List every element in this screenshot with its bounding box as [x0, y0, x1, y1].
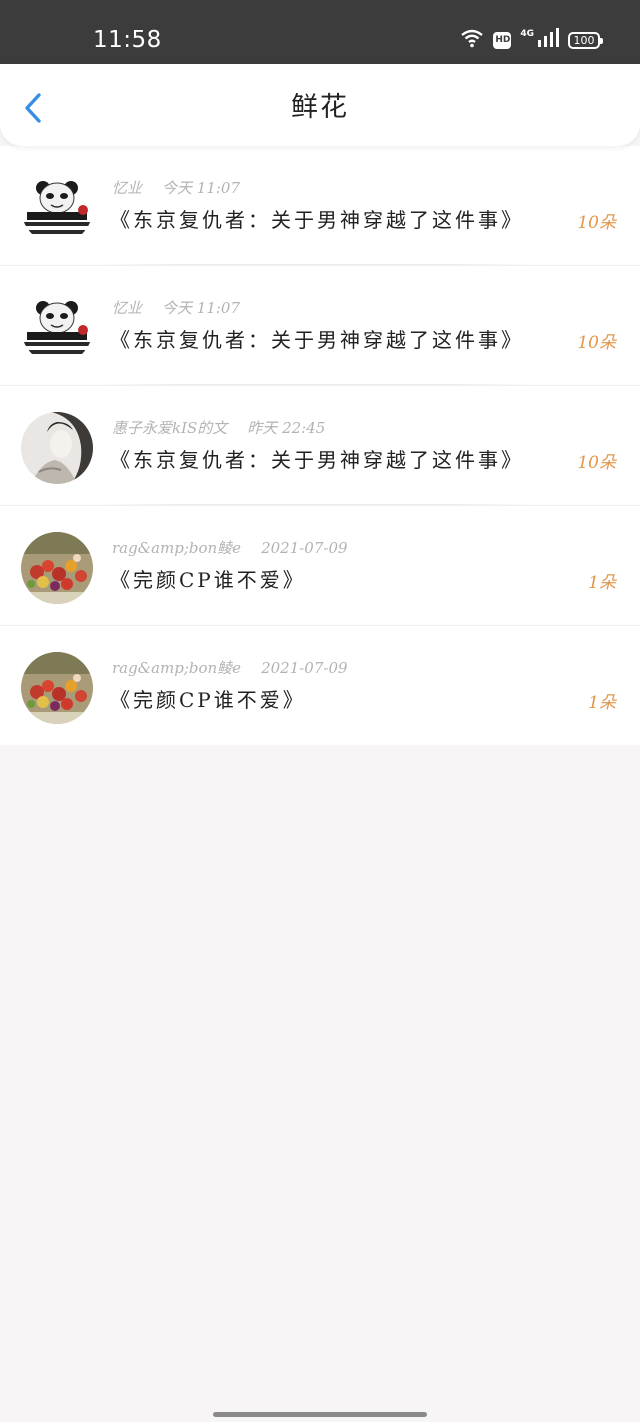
page-title: 鲜花: [291, 92, 349, 123]
wifi-icon: [460, 28, 484, 52]
status-time: 11:58: [93, 27, 162, 53]
list-item[interactable]: 忆业 今天 11:07 《东京复仇者：关于男神穿越了这件事》 10朵: [0, 146, 640, 265]
work-title[interactable]: 《东京复仇者：关于男神穿越了这件事》: [110, 204, 524, 236]
item-meta: rag&amp;bon鲮e 2021-07-09: [112, 656, 348, 680]
list-item[interactable]: 忆业 今天 11:07 《东京复仇者：关于男神穿越了这件事》 10朵: [0, 265, 640, 385]
work-title[interactable]: 《东京复仇者：关于男神穿越了这件事》: [110, 324, 524, 356]
flower-list: 忆业 今天 11:07 《东京复仇者：关于男神穿越了这件事》 10朵 忆业 今天…: [0, 146, 640, 745]
status-icons: HD 4G 100: [460, 27, 603, 53]
berries-avatar[interactable]: [21, 532, 93, 604]
battery-icon: 100: [568, 31, 603, 49]
status-bar: 11:58 HD 4G 100: [0, 0, 640, 64]
hd-icon: HD: [493, 31, 512, 49]
panda-meme-avatar[interactable]: [21, 292, 93, 364]
item-meta: rag&amp;bon鲮e 2021-07-09: [112, 536, 348, 560]
panda-meme-avatar[interactable]: [21, 172, 93, 244]
item-meta: 忆业 今天 11:07: [112, 176, 240, 200]
flower-count: 1朵: [588, 693, 616, 713]
berries-avatar[interactable]: [21, 652, 93, 724]
ink-portrait-avatar[interactable]: [21, 412, 93, 484]
work-title[interactable]: 《东京复仇者：关于男神穿越了这件事》: [110, 444, 524, 476]
item-meta: 惠子永爱kIS的文 昨天 22:45: [112, 416, 325, 440]
home-indicator[interactable]: [213, 1412, 427, 1417]
flower-count: 10朵: [577, 453, 616, 473]
item-meta: 忆业 今天 11:07: [112, 296, 240, 320]
flower-count: 1朵: [588, 573, 616, 593]
nav-bar: 鲜花: [0, 64, 640, 146]
timestamp: 2021-07-09: [261, 539, 348, 557]
flower-count: 10朵: [577, 213, 616, 233]
user-name[interactable]: 忆业: [112, 176, 142, 200]
signal-icon: [537, 28, 559, 52]
network-type-label: 4G: [520, 29, 534, 39]
timestamp: 2021-07-09: [261, 659, 348, 677]
flower-count: 10朵: [577, 333, 616, 353]
list-item[interactable]: 惠子永爱kIS的文 昨天 22:45 《东京复仇者：关于男神穿越了这件事》 10…: [0, 385, 640, 505]
user-name[interactable]: 忆业: [112, 296, 142, 320]
user-name[interactable]: 惠子永爱kIS的文: [112, 416, 227, 440]
timestamp: 今天 11:07: [162, 299, 241, 317]
timestamp: 昨天 22:45: [247, 419, 326, 437]
work-title[interactable]: 《完颜CP谁不爱》: [110, 684, 306, 716]
work-title[interactable]: 《完颜CP谁不爱》: [110, 564, 306, 596]
timestamp: 今天 11:07: [162, 179, 241, 197]
list-item[interactable]: rag&amp;bon鲮e 2021-07-09 《完颜CP谁不爱》 1朵: [0, 505, 640, 625]
list-item[interactable]: rag&amp;bon鲮e 2021-07-09 《完颜CP谁不爱》 1朵: [0, 625, 640, 745]
user-name[interactable]: rag&amp;bon鲮e: [112, 536, 241, 560]
user-name[interactable]: rag&amp;bon鲮e: [112, 656, 241, 680]
